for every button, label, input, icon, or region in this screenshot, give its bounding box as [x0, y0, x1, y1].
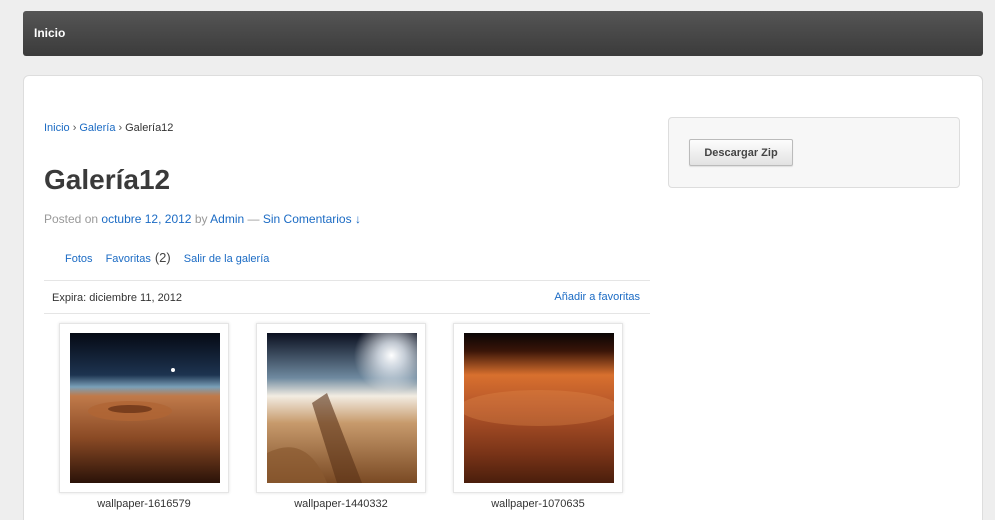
gallery-favorites-link[interactable]: Favoritas	[106, 253, 151, 265]
meta-dash: —	[247, 212, 260, 226]
favorites-count: (2)	[154, 250, 171, 265]
nav-home-link[interactable]: Inicio	[34, 26, 65, 40]
thumbnail-image[interactable]	[267, 333, 417, 483]
gallery-thumbnail[interactable]	[453, 323, 623, 493]
gallery-navigation: Fotos Favoritas (2) Salir de la galería	[65, 250, 279, 265]
by-label: by	[194, 212, 208, 226]
breadcrumb-gallery-link[interactable]: Galería	[79, 122, 115, 134]
thumbnail-image[interactable]	[70, 333, 220, 483]
breadcrumb-current: Galería12	[125, 122, 174, 134]
download-zip-button[interactable]: Descargar Zip	[689, 139, 793, 166]
exit-gallery-link[interactable]: Salir de la galería	[184, 253, 270, 265]
breadcrumb-separator: ›	[118, 122, 123, 134]
main-content-panel: Inicio › Galería › Galería12 Galería12 Poste…	[23, 75, 983, 520]
thumbnail-image[interactable]	[464, 333, 614, 483]
posted-on-label: Posted on	[44, 212, 99, 226]
breadcrumb-separator: ›	[72, 122, 77, 134]
comments-label: Sin Comentarios	[262, 212, 352, 226]
mars-atmosphere-image	[464, 333, 614, 483]
mars-canyon-image	[267, 333, 417, 483]
post-date-link[interactable]: octubre 12, 2012	[101, 212, 191, 226]
author-link[interactable]: Admin	[210, 212, 244, 226]
expiry-bar: Expira: diciembre 11, 2012 Añadir a favo…	[44, 280, 650, 314]
sidebar-widget: Descargar Zip	[668, 117, 960, 188]
thumbnail-caption: wallpaper-1616579	[97, 498, 191, 510]
thumbnail-caption: wallpaper-1070635	[491, 498, 585, 510]
gallery-photos-link[interactable]: Fotos	[65, 253, 93, 265]
post-meta: Posted on octubre 12, 2012 by Admin — Si…	[44, 212, 361, 226]
comments-link[interactable]: Sin Comentarios ↓	[263, 212, 361, 226]
expiry-text: Expira: diciembre 11, 2012	[52, 292, 183, 304]
top-navigation-bar: Inicio	[23, 11, 983, 56]
add-to-favorites-link[interactable]: Añadir a favoritas	[554, 291, 640, 303]
breadcrumb-home-link[interactable]: Inicio	[44, 122, 70, 134]
gallery-thumbnail[interactable]	[256, 323, 426, 493]
breadcrumb: Inicio › Galería › Galería12	[44, 122, 173, 134]
thumbnail-caption: wallpaper-1440332	[294, 498, 388, 510]
gallery-thumbnail[interactable]	[59, 323, 229, 493]
arrow-down-icon: ↓	[354, 212, 361, 226]
page-title: Galería12	[44, 164, 171, 195]
mars-horizon-image	[70, 333, 220, 483]
